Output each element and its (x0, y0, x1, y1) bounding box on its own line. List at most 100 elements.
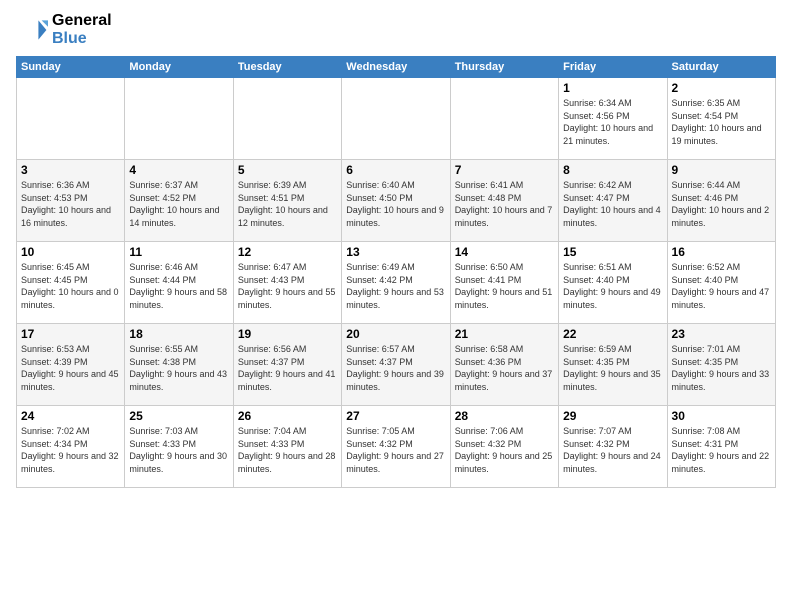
day-cell: 3 Sunrise: 6:36 AM Sunset: 4:53 PM Daylig… (17, 160, 125, 242)
day-number: 8 (563, 163, 662, 177)
day-cell (342, 78, 450, 160)
day-cell: 17 Sunrise: 6:53 AM Sunset: 4:39 PM Dayli… (17, 324, 125, 406)
day-cell: 21 Sunrise: 6:58 AM Sunset: 4:36 PM Dayli… (450, 324, 558, 406)
day-cell: 9 Sunrise: 6:44 AM Sunset: 4:46 PM Daylig… (667, 160, 775, 242)
calendar: SundayMondayTuesdayWednesdayThursdayFrid… (16, 56, 776, 488)
day-info: Sunrise: 6:47 AM Sunset: 4:43 PM Dayligh… (238, 261, 337, 311)
week-row-1: 3 Sunrise: 6:36 AM Sunset: 4:53 PM Daylig… (17, 160, 776, 242)
weekday-saturday: Saturday (667, 57, 775, 78)
day-info: Sunrise: 6:59 AM Sunset: 4:35 PM Dayligh… (563, 343, 662, 393)
day-info: Sunrise: 6:45 AM Sunset: 4:45 PM Dayligh… (21, 261, 120, 311)
day-cell (17, 78, 125, 160)
day-cell: 1 Sunrise: 6:34 AM Sunset: 4:56 PM Daylig… (559, 78, 667, 160)
day-info: Sunrise: 6:35 AM Sunset: 4:54 PM Dayligh… (672, 97, 771, 147)
day-info: Sunrise: 7:07 AM Sunset: 4:32 PM Dayligh… (563, 425, 662, 475)
day-cell: 11Sunrise: 6:46 AM Sunset: 4:44 PM Dayli… (125, 242, 233, 324)
day-cell: 12 Sunrise: 6:47 AM Sunset: 4:43 PM Dayli… (233, 242, 341, 324)
day-number: 16 (672, 245, 771, 259)
day-info: Sunrise: 6:34 AM Sunset: 4:56 PM Dayligh… (563, 97, 662, 147)
day-cell: 29 Sunrise: 7:07 AM Sunset: 4:32 PM Dayli… (559, 406, 667, 488)
day-cell: 27 Sunrise: 7:05 AM Sunset: 4:32 PM Dayli… (342, 406, 450, 488)
day-number: 29 (563, 409, 662, 423)
day-info: Sunrise: 6:50 AM Sunset: 4:41 PM Dayligh… (455, 261, 554, 311)
day-number: 21 (455, 327, 554, 341)
day-number: 9 (672, 163, 771, 177)
day-number: 1 (563, 81, 662, 95)
day-number: 11 (129, 245, 228, 259)
day-cell: 6 Sunrise: 6:40 AM Sunset: 4:50 PM Daylig… (342, 160, 450, 242)
day-info: Sunrise: 7:01 AM Sunset: 4:35 PM Dayligh… (672, 343, 771, 393)
day-cell: 14 Sunrise: 6:50 AM Sunset: 4:41 PM Dayli… (450, 242, 558, 324)
day-cell: 16 Sunrise: 6:52 AM Sunset: 4:40 PM Dayli… (667, 242, 775, 324)
day-info: Sunrise: 6:51 AM Sunset: 4:40 PM Dayligh… (563, 261, 662, 311)
day-number: 4 (129, 163, 228, 177)
logo: General Blue (16, 12, 112, 48)
weekday-header-row: SundayMondayTuesdayWednesdayThursdayFrid… (17, 57, 776, 78)
day-number: 24 (21, 409, 120, 423)
weekday-monday: Monday (125, 57, 233, 78)
day-number: 20 (346, 327, 445, 341)
day-info: Sunrise: 6:55 AM Sunset: 4:38 PM Dayligh… (129, 343, 228, 393)
day-info: Sunrise: 6:36 AM Sunset: 4:53 PM Dayligh… (21, 179, 120, 229)
day-info: Sunrise: 7:03 AM Sunset: 4:33 PM Dayligh… (129, 425, 228, 475)
day-cell: 2 Sunrise: 6:35 AM Sunset: 4:54 PM Daylig… (667, 78, 775, 160)
day-info: Sunrise: 6:41 AM Sunset: 4:48 PM Dayligh… (455, 179, 554, 229)
day-cell (233, 78, 341, 160)
day-number: 25 (129, 409, 228, 423)
day-info: Sunrise: 6:44 AM Sunset: 4:46 PM Dayligh… (672, 179, 771, 229)
day-number: 27 (346, 409, 445, 423)
day-cell: 24 Sunrise: 7:02 AM Sunset: 4:34 PM Dayli… (17, 406, 125, 488)
day-cell: 15Sunrise: 6:51 AM Sunset: 4:40 PM Dayli… (559, 242, 667, 324)
week-row-0: 1 Sunrise: 6:34 AM Sunset: 4:56 PM Daylig… (17, 78, 776, 160)
day-number: 13 (346, 245, 445, 259)
weekday-wednesday: Wednesday (342, 57, 450, 78)
day-number: 30 (672, 409, 771, 423)
day-cell: 4 Sunrise: 6:37 AM Sunset: 4:52 PM Daylig… (125, 160, 233, 242)
day-info: Sunrise: 6:40 AM Sunset: 4:50 PM Dayligh… (346, 179, 445, 229)
day-number: 17 (21, 327, 120, 341)
day-cell: 23 Sunrise: 7:01 AM Sunset: 4:35 PM Dayli… (667, 324, 775, 406)
day-cell: 28Sunrise: 7:06 AM Sunset: 4:32 PM Dayli… (450, 406, 558, 488)
day-info: Sunrise: 6:52 AM Sunset: 4:40 PM Dayligh… (672, 261, 771, 311)
week-row-3: 17 Sunrise: 6:53 AM Sunset: 4:39 PM Dayli… (17, 324, 776, 406)
day-number: 6 (346, 163, 445, 177)
day-info: Sunrise: 7:08 AM Sunset: 4:31 PM Dayligh… (672, 425, 771, 475)
day-info: Sunrise: 6:42 AM Sunset: 4:47 PM Dayligh… (563, 179, 662, 229)
day-cell: 18 Sunrise: 6:55 AM Sunset: 4:38 PM Dayli… (125, 324, 233, 406)
day-number: 14 (455, 245, 554, 259)
day-info: Sunrise: 6:37 AM Sunset: 4:52 PM Dayligh… (129, 179, 228, 229)
day-cell (450, 78, 558, 160)
day-number: 7 (455, 163, 554, 177)
day-info: Sunrise: 7:05 AM Sunset: 4:32 PM Dayligh… (346, 425, 445, 475)
day-number: 2 (672, 81, 771, 95)
day-info: Sunrise: 6:58 AM Sunset: 4:36 PM Dayligh… (455, 343, 554, 393)
day-cell: 30 Sunrise: 7:08 AM Sunset: 4:31 PM Dayli… (667, 406, 775, 488)
day-number: 10 (21, 245, 120, 259)
day-cell: 13 Sunrise: 6:49 AM Sunset: 4:42 PM Dayli… (342, 242, 450, 324)
day-cell: 5 Sunrise: 6:39 AM Sunset: 4:51 PM Daylig… (233, 160, 341, 242)
weekday-thursday: Thursday (450, 57, 558, 78)
weekday-sunday: Sunday (17, 57, 125, 78)
header: General Blue (16, 12, 776, 48)
day-number: 19 (238, 327, 337, 341)
day-info: Sunrise: 6:53 AM Sunset: 4:39 PM Dayligh… (21, 343, 120, 393)
page: General Blue SundayMondayTuesdayWednesda… (0, 0, 792, 612)
day-cell: 7 Sunrise: 6:41 AM Sunset: 4:48 PM Daylig… (450, 160, 558, 242)
day-info: Sunrise: 7:02 AM Sunset: 4:34 PM Dayligh… (21, 425, 120, 475)
day-info: Sunrise: 6:57 AM Sunset: 4:37 PM Dayligh… (346, 343, 445, 393)
day-cell: 10 Sunrise: 6:45 AM Sunset: 4:45 PM Dayli… (17, 242, 125, 324)
day-number: 12 (238, 245, 337, 259)
day-number: 23 (672, 327, 771, 341)
day-number: 18 (129, 327, 228, 341)
day-cell: 8 Sunrise: 6:42 AM Sunset: 4:47 PM Daylig… (559, 160, 667, 242)
day-number: 26 (238, 409, 337, 423)
day-info: Sunrise: 6:49 AM Sunset: 4:42 PM Dayligh… (346, 261, 445, 311)
weekday-friday: Friday (559, 57, 667, 78)
day-cell: 19Sunrise: 6:56 AM Sunset: 4:37 PM Dayli… (233, 324, 341, 406)
day-info: Sunrise: 6:39 AM Sunset: 4:51 PM Dayligh… (238, 179, 337, 229)
day-number: 5 (238, 163, 337, 177)
day-number: 3 (21, 163, 120, 177)
day-cell: 22Sunrise: 6:59 AM Sunset: 4:35 PM Dayli… (559, 324, 667, 406)
logo-text: General Blue (52, 12, 112, 48)
day-cell: 20 Sunrise: 6:57 AM Sunset: 4:37 PM Dayli… (342, 324, 450, 406)
